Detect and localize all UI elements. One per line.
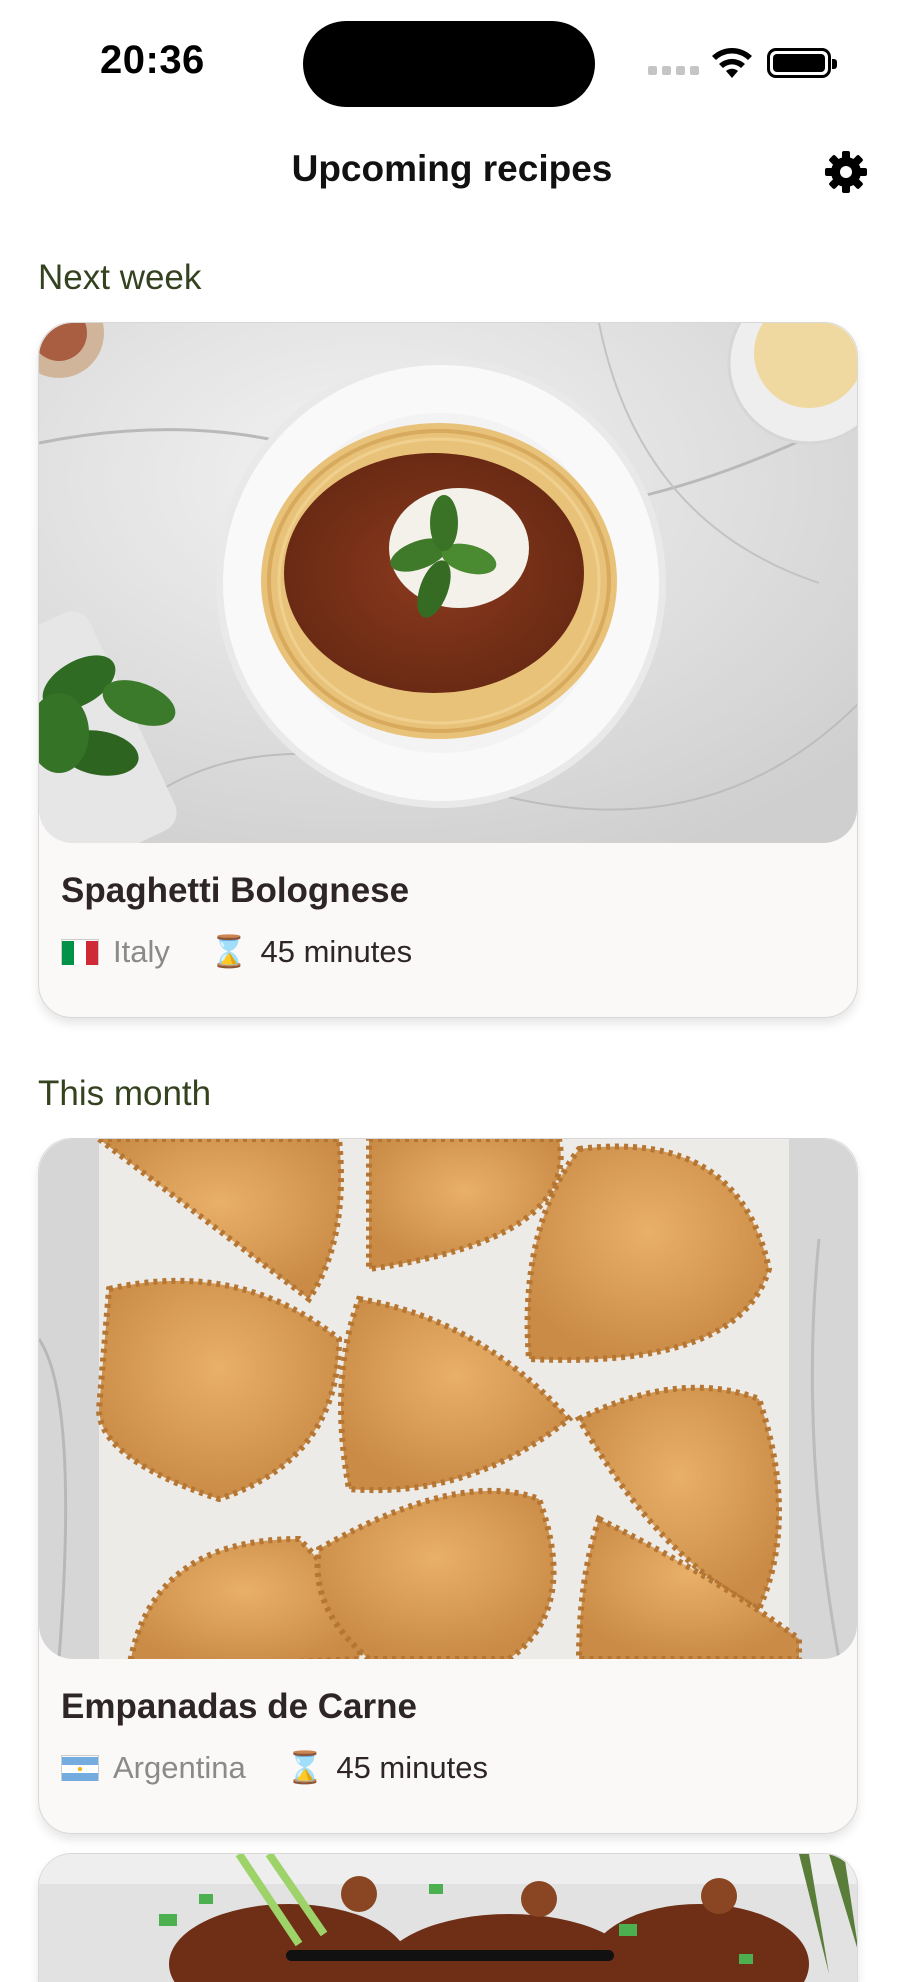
recipe-card-chicken[interactable] xyxy=(38,1853,858,1982)
wifi-icon xyxy=(712,48,752,78)
recipe-duration: 45 minutes xyxy=(336,1749,488,1785)
section-label-this-month: This month xyxy=(38,1074,212,1113)
recipe-info: Spaghetti Bolognese Italy ⌛ 45 minutes xyxy=(39,843,857,1017)
recipe-photo-chicken xyxy=(39,1854,857,1982)
italy-flag-icon xyxy=(61,938,99,965)
cellular-signal-icon xyxy=(648,66,699,75)
recipe-meta: Italy ⌛ 45 minutes xyxy=(61,933,835,970)
hourglass-icon: ⌛ xyxy=(209,934,249,969)
status-time: 20:36 xyxy=(100,38,205,82)
battery-icon xyxy=(767,48,837,78)
recipe-name: Empanadas de Carne xyxy=(61,1687,417,1726)
home-indicator xyxy=(286,1950,614,1961)
recipe-photo-spaghetti xyxy=(39,323,857,843)
recipe-name: Spaghetti Bolognese xyxy=(61,871,410,910)
section-label-next-week: Next week xyxy=(38,258,202,297)
recipe-country: Argentina xyxy=(113,1749,246,1785)
status-bar: 20:36 xyxy=(0,0,904,120)
gear-icon[interactable] xyxy=(822,148,870,196)
recipe-country: Italy xyxy=(113,933,170,969)
page-title: Upcoming recipes xyxy=(291,148,613,189)
recipe-card-empanadas-de-carne[interactable]: Empanadas de Carne Argentina ⌛ 45 minute… xyxy=(38,1138,858,1834)
recipe-info: Empanadas de Carne Argentina ⌛ 45 minute… xyxy=(39,1659,857,1833)
hourglass-icon: ⌛ xyxy=(285,1750,325,1785)
recipe-photo-empanadas xyxy=(39,1139,857,1659)
dynamic-island xyxy=(303,21,595,107)
recipe-duration: 45 minutes xyxy=(260,933,413,969)
argentina-flag-icon xyxy=(61,1754,99,1781)
recipe-card-spaghetti-bolognese[interactable]: Spaghetti Bolognese Italy ⌛ 45 minutes xyxy=(38,322,858,1018)
recipe-meta: Argentina ⌛ 45 minutes xyxy=(61,1749,835,1786)
